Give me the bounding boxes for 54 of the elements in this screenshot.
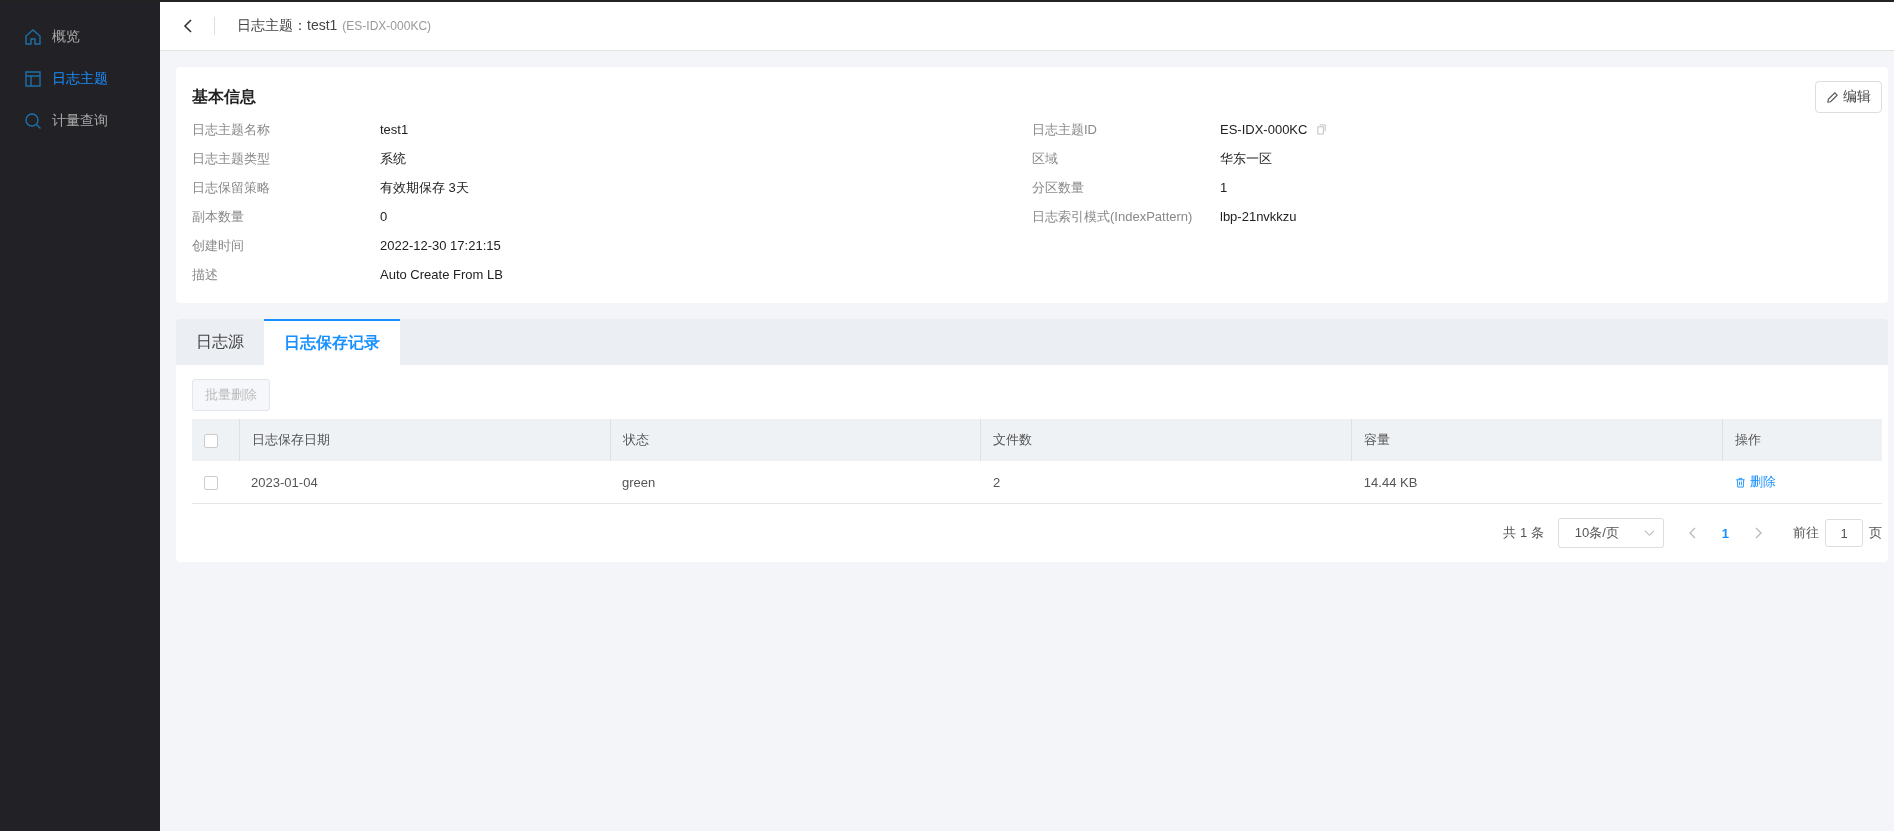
field-value: 0 bbox=[380, 209, 388, 224]
field-value: 系统 bbox=[380, 149, 406, 168]
caret-icon bbox=[1643, 529, 1655, 537]
page-suffix: 页 bbox=[1869, 524, 1882, 542]
column-header: 状态 bbox=[610, 419, 981, 461]
field-label: 日志主题ID bbox=[1032, 120, 1098, 139]
back-icon[interactable] bbox=[182, 18, 194, 34]
field-label: 日志索引模式(IndexPattern) bbox=[1032, 207, 1194, 226]
field-label: 分区数量 bbox=[1032, 178, 1085, 197]
table-cell: 14.44 KB bbox=[1351, 461, 1723, 504]
field-label: 描述 bbox=[192, 265, 219, 284]
field-label: 副本数量 bbox=[192, 207, 245, 226]
field-label: 区域 bbox=[1032, 149, 1059, 168]
search-icon bbox=[24, 112, 42, 130]
pencil-icon bbox=[1826, 90, 1839, 104]
table-cell: green bbox=[610, 461, 981, 504]
page-input[interactable]: 1 bbox=[1825, 519, 1863, 547]
copy-icon[interactable] bbox=[1316, 124, 1328, 135]
field-value: Auto Create From LB bbox=[380, 267, 503, 282]
previous-page-icon[interactable] bbox=[1687, 526, 1698, 540]
edit-button[interactable]: 编辑 bbox=[1815, 81, 1882, 113]
page-subtitle: (ES-IDX-000KC) bbox=[342, 19, 432, 33]
column-header: 文件数 bbox=[980, 419, 1352, 461]
goto-label: 前往 bbox=[1793, 524, 1819, 542]
section-title: 基本信息 bbox=[192, 87, 256, 107]
column-header: 操作 bbox=[1722, 419, 1882, 461]
nav-item[interactable]: 日志主题 bbox=[0, 58, 160, 100]
field-value: 华东一区 bbox=[1220, 149, 1272, 168]
column-header: 容量 bbox=[1351, 419, 1723, 461]
checkbox[interactable] bbox=[204, 475, 218, 490]
table-cell: 2023-01-04 bbox=[239, 461, 610, 504]
page-title: 日志主题：test1 bbox=[237, 17, 338, 35]
checkbox[interactable] bbox=[204, 433, 218, 448]
next-page-icon[interactable] bbox=[1753, 526, 1763, 540]
field-label: 创建时间 bbox=[192, 236, 245, 255]
total-count: 共 1 条 bbox=[1503, 524, 1544, 542]
layout-icon bbox=[24, 70, 42, 88]
home-icon bbox=[24, 28, 42, 46]
nav-item[interactable]: 概览 bbox=[0, 16, 160, 58]
field-label: 日志保留策略 bbox=[192, 178, 271, 197]
field-value: ES-IDX-000KC bbox=[1220, 122, 1308, 137]
field-label: 日志主题类型 bbox=[192, 149, 271, 168]
column-header: 日志保存日期 bbox=[239, 419, 610, 461]
tab[interactable]: 日志源 bbox=[176, 319, 264, 365]
field-value: test1 bbox=[380, 122, 409, 137]
table-cell: 2 bbox=[980, 461, 1352, 504]
field-value: lbp-21nvkkzu bbox=[1220, 209, 1297, 224]
page-size-select[interactable]: 10条/页 bbox=[1557, 518, 1664, 548]
field-value: 2022-12-30 17:21:15 bbox=[380, 238, 501, 253]
field-label: 日志主题名称 bbox=[192, 120, 271, 139]
field-value: 有效期保存 3天 bbox=[380, 178, 469, 197]
field-value: 1 bbox=[1220, 180, 1228, 195]
nav-item[interactable]: 计量查询 bbox=[0, 100, 160, 142]
trash-icon bbox=[1734, 476, 1746, 488]
